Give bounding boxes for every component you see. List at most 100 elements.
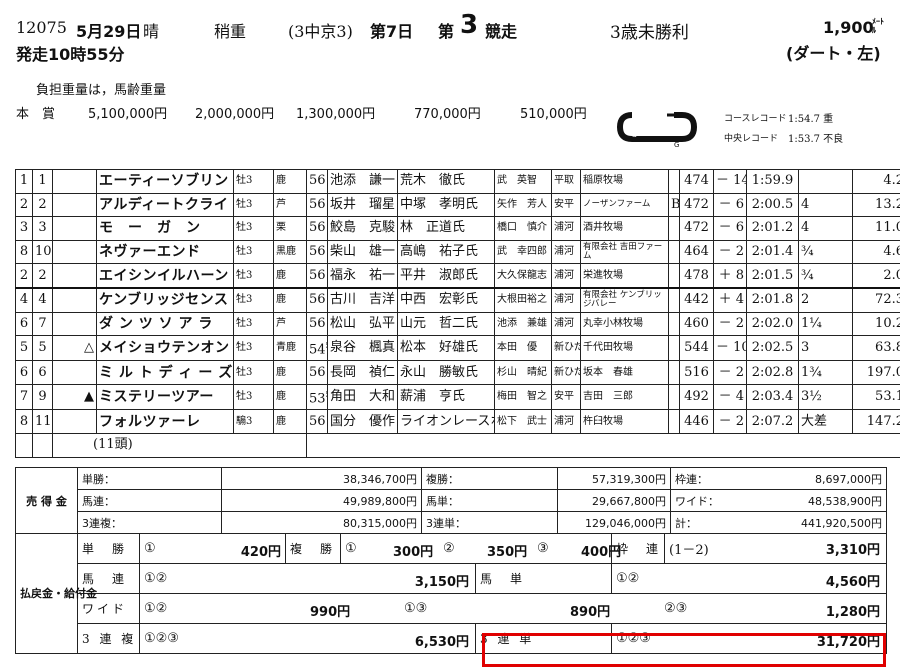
result-mark bbox=[52, 311, 97, 337]
sales-wakuren-cell: 枠連： 8,697,000円 bbox=[670, 467, 887, 490]
table-row: 4 4 ケンブリッジセンス 牡3 鹿 56 古川 吉洋 中西 宏彰氏 大根田裕之 浦河 有限会社 ケ… bbox=[15, 286, 900, 313]
race-suffix: 競走 bbox=[485, 22, 518, 41]
result-uma: 4 bbox=[32, 286, 53, 313]
result-time: 2:01.2 bbox=[746, 216, 799, 241]
course-goal-marker: G bbox=[674, 141, 679, 149]
result-jockey: 福永 祐一 bbox=[327, 263, 398, 289]
result-jockey: 鮫島 克駿 bbox=[327, 216, 398, 241]
course-map-icon: S G bbox=[616, 112, 698, 149]
result-uma: 2 bbox=[32, 192, 53, 218]
result-color: 黒鹿 bbox=[273, 239, 307, 265]
result-affil: 浦河 bbox=[551, 286, 581, 313]
result-mark bbox=[52, 169, 97, 194]
result-margin: 3½ bbox=[798, 384, 853, 411]
result-uma: 5 bbox=[32, 335, 53, 362]
result-odds: 147.2 bbox=[852, 409, 900, 434]
result-time: 2:07.2 bbox=[746, 409, 799, 434]
result-waku: 3 bbox=[15, 216, 33, 241]
result-bw: 464 bbox=[679, 239, 714, 265]
result-affil: 浦河 bbox=[551, 263, 581, 289]
result-color: 青鹿 bbox=[273, 335, 307, 362]
result-diff: － 6 bbox=[713, 216, 747, 241]
result-wt: 56 bbox=[306, 239, 328, 265]
result-name: ダ ン ツ ソ ア ラ bbox=[96, 311, 234, 337]
table-row: 8 10 ネヴァーエンド 牡3 黒鹿 56 柴山 雄一 高嶋 祐子氏武 幸四郎 浦河 有限会社 吉… bbox=[15, 239, 900, 265]
result-owner: 松下 武士 bbox=[494, 409, 552, 434]
result-blk bbox=[668, 286, 680, 313]
weather: 晴 bbox=[143, 22, 160, 41]
payout-tansho-label: 単 勝 bbox=[77, 533, 140, 564]
course-start-marker: S bbox=[632, 130, 637, 139]
prize-5: 510,000円 bbox=[520, 107, 587, 122]
result-color: 芦 bbox=[273, 192, 307, 218]
payout-label: 払戻金・給付金 bbox=[15, 533, 97, 654]
result-color: 鹿 bbox=[273, 169, 307, 194]
result-sex: 牡3 bbox=[233, 286, 274, 313]
result-affil: 浦河 bbox=[551, 409, 581, 434]
race-prefix: 第 bbox=[438, 22, 455, 41]
result-time: 2:02.8 bbox=[746, 360, 799, 386]
course-record: 1:54.7 重 bbox=[788, 114, 834, 125]
result-blk bbox=[668, 263, 680, 289]
result-trainer: 平井 淑郎氏 bbox=[397, 263, 495, 289]
result-sex: 牡3 bbox=[233, 335, 274, 362]
result-uma: 11 bbox=[32, 409, 53, 434]
result-waku: 7 bbox=[15, 384, 33, 411]
payout-wide-combo-2: ①③ bbox=[404, 601, 428, 616]
result-affil: 浦河 bbox=[551, 239, 581, 265]
result-color: 鹿 bbox=[273, 286, 307, 313]
result-waku: 6 bbox=[15, 360, 33, 386]
result-breeder: 杵臼牧場 bbox=[580, 409, 669, 434]
result-margin: 1¼ bbox=[798, 311, 853, 337]
result-bw: 442 bbox=[679, 286, 714, 313]
payout-wide-combo-1: ①② bbox=[144, 601, 168, 616]
result-margin: 4 bbox=[798, 216, 853, 241]
result-uma: 9 bbox=[32, 384, 53, 411]
result-margin: 3 bbox=[798, 335, 853, 362]
result-bw: 492 bbox=[679, 384, 714, 411]
sales-wide-value: 48,538,900円 bbox=[808, 494, 882, 508]
result-odds: 10.2 bbox=[852, 311, 900, 337]
result-time: 2:01.4 bbox=[746, 239, 799, 265]
result-mark bbox=[52, 409, 97, 434]
result-waku: 4 bbox=[15, 286, 33, 313]
result-name: エーティーソブリン bbox=[96, 169, 234, 194]
payout-sanrenpuku-label: 3 連 複 bbox=[77, 623, 140, 654]
result-breeder: 坂本 春雄 bbox=[580, 360, 669, 386]
result-owner: 梅田 智之 bbox=[494, 384, 552, 411]
result-wt: 56 bbox=[306, 263, 328, 289]
result-trainer: 中塚 孝明氏 bbox=[397, 192, 495, 218]
result-trainer: ライオンレースホース㈱ bbox=[397, 409, 495, 434]
results-table: 1 1 エーティーソブリン 牡3 鹿 56 池添 謙一 荒木 徹氏武 英智 平取 稲原牧場 474 －… bbox=[15, 169, 900, 458]
payout-fukusho-combo-2: ② bbox=[443, 541, 455, 556]
sanrentan-highlight-box bbox=[482, 633, 886, 667]
result-odds: 72.3 bbox=[852, 286, 900, 313]
result-name: モ ー ガ ン bbox=[96, 216, 234, 241]
result-affil: 平取 bbox=[551, 169, 581, 194]
result-sex: 牡3 bbox=[233, 216, 274, 241]
result-wt: 5456 bbox=[306, 335, 328, 362]
result-breeder: ノーザンファーム bbox=[580, 192, 669, 218]
distance: 1,900 bbox=[823, 18, 874, 37]
result-sex: 牡3 bbox=[233, 192, 274, 218]
result-margin: 4 bbox=[798, 192, 853, 218]
result-color: 鹿 bbox=[273, 360, 307, 386]
payout-wakuren-cell: (1－2) 3,310円 bbox=[664, 533, 887, 564]
result-margin: ¾ bbox=[798, 263, 853, 289]
table-row: 1 1 エーティーソブリン 牡3 鹿 56 池添 謙一 荒木 徹氏武 英智 平取 稲原牧場 474 －… bbox=[15, 169, 900, 194]
result-waku: 6 bbox=[15, 311, 33, 337]
result-jockey: 坂井 瑠星 bbox=[327, 192, 398, 218]
result-owner: 大根田裕之 bbox=[494, 286, 552, 313]
result-jockey: 池添 謙一 bbox=[327, 169, 398, 194]
payout-umaren-amount: 3,150円 bbox=[414, 575, 469, 590]
meeting-day: 第7日 bbox=[370, 22, 414, 41]
sales-sanrentan-value: 129,046,000円 bbox=[557, 511, 671, 534]
result-sex: 牡3 bbox=[233, 360, 274, 386]
result-breeder: 吉田 三郎 bbox=[580, 384, 669, 411]
result-odds: 197.0 bbox=[852, 360, 900, 386]
race-date: 5月29日 bbox=[76, 22, 142, 41]
sales-umatan-label: 馬単： bbox=[421, 489, 558, 512]
result-weight: 53 bbox=[309, 391, 326, 407]
result-diff: － 4 bbox=[713, 384, 747, 411]
result-time: 2:03.4 bbox=[746, 384, 799, 411]
